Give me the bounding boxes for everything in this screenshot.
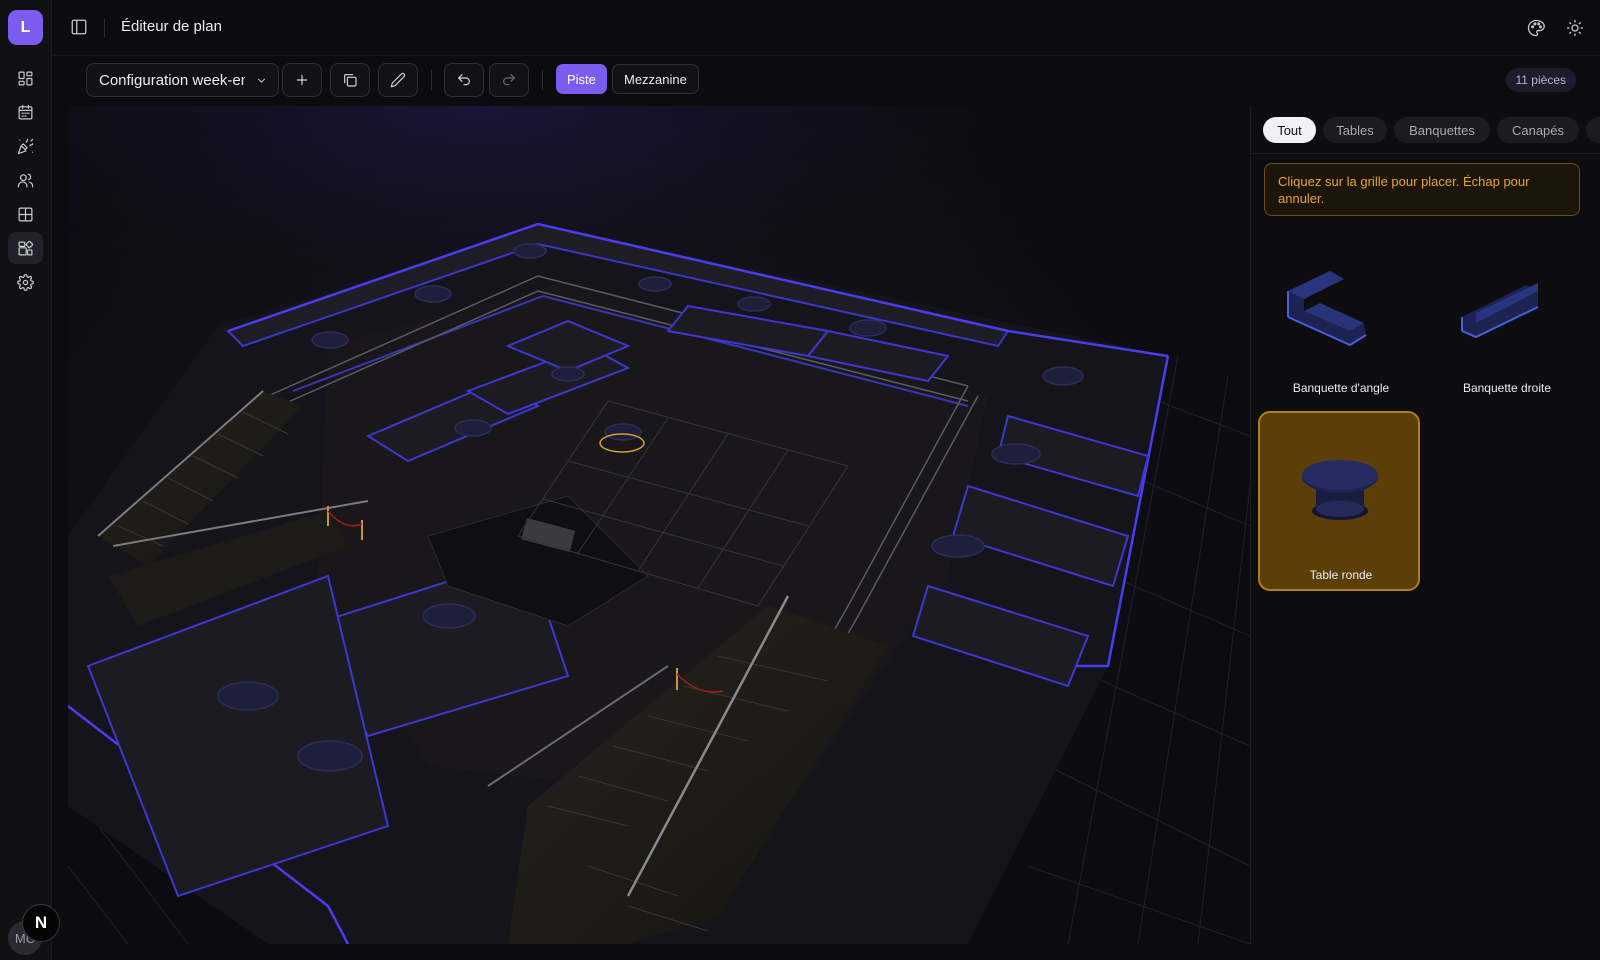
- sidebar-toggle-icon: [71, 19, 87, 35]
- calendar-icon: [18, 104, 33, 119]
- tab-banquettes[interactable]: Banquettes: [1394, 117, 1490, 143]
- grid-icon: [18, 207, 33, 221]
- app-logo[interactable]: L: [8, 10, 43, 45]
- theme-palette-button[interactable]: [1525, 17, 1547, 39]
- tab-tout[interactable]: Tout: [1263, 117, 1316, 143]
- editor-toolbar: Configuration week-end Piste Mezzanine 1…: [52, 56, 1600, 106]
- piece-count-badge: 11 pièces: [1505, 68, 1576, 92]
- rail-item-events[interactable]: [8, 130, 43, 162]
- rail-item-tables[interactable]: [8, 198, 43, 230]
- piece-card-table-ronde[interactable]: Table ronde: [1258, 411, 1420, 591]
- plus-icon: [296, 74, 308, 86]
- floor-tab-mezzanine[interactable]: Mezzanine: [612, 64, 699, 94]
- piece-label: Banquette d'angle: [1292, 381, 1390, 395]
- dashboard-icon: [18, 71, 33, 85]
- piece-label: Banquette droite: [1462, 381, 1552, 395]
- rail-item-settings[interactable]: [8, 266, 43, 298]
- straight-booth-thumbnail: [1461, 283, 1539, 339]
- tab-canapes[interactable]: Canapés: [1497, 117, 1579, 143]
- corner-badge[interactable]: N: [22, 904, 60, 942]
- header: Éditeur de plan: [52, 0, 1600, 56]
- palette-icon: [1527, 19, 1545, 37]
- redo-icon: [503, 74, 515, 86]
- rail-item-dashboard[interactable]: [8, 62, 43, 94]
- tabs-divider: [1251, 153, 1600, 154]
- rail-item-clients[interactable]: [8, 164, 43, 196]
- tab-tables[interactable]: Tables: [1323, 117, 1387, 143]
- round-table-thumbnail: [1302, 460, 1378, 520]
- duplicate-icon: [344, 74, 357, 87]
- undo-button[interactable]: [444, 63, 484, 97]
- tab-more[interactable]: [1586, 117, 1600, 143]
- toolbar-divider: [542, 70, 543, 90]
- light-mode-button[interactable]: [1564, 17, 1586, 39]
- add-configuration-button[interactable]: [282, 63, 322, 97]
- users-icon: [17, 173, 34, 187]
- header-divider: [104, 19, 105, 37]
- party-popper-icon: [17, 138, 34, 154]
- placement-hint: Cliquez sur la grille pour placer. Échap…: [1264, 163, 1580, 216]
- floor-tab-piste[interactable]: Piste: [556, 64, 607, 94]
- floor-plan-icon: [18, 240, 34, 255]
- category-tabs: Tout Tables Banquettes Canapés: [1263, 117, 1600, 145]
- sun-icon: [1566, 19, 1584, 37]
- duplicate-configuration-button[interactable]: [330, 63, 370, 97]
- rail-item-calendar[interactable]: [8, 96, 43, 128]
- chevron-down-icon: [255, 74, 268, 91]
- configuration-select[interactable]: Configuration week-end: [86, 63, 279, 97]
- floor-plan-3d-viewport[interactable]: [68, 106, 1250, 944]
- pieces-panel: Tout Tables Banquettes Canapés Cliquez s…: [1250, 106, 1600, 944]
- rename-configuration-button[interactable]: [378, 63, 418, 97]
- left-rail: L MC: [0, 0, 52, 960]
- undo-icon: [458, 74, 470, 86]
- corner-booth-thumbnail: [1287, 271, 1367, 347]
- floor-plan-scene[interactable]: [68, 106, 1250, 944]
- piece-card-banquette-angle[interactable]: Banquette d'angle: [1260, 231, 1422, 411]
- rail-item-floor-plan[interactable]: [8, 232, 43, 264]
- toolbar-divider: [431, 70, 432, 90]
- pencil-icon: [390, 72, 406, 88]
- gear-icon: [17, 273, 34, 291]
- piece-label: Table ronde: [1309, 568, 1373, 582]
- configuration-value: Configuration week-end: [99, 71, 245, 89]
- page-title: Éditeur de plan: [121, 18, 222, 35]
- piece-card-banquette-droite[interactable]: Banquette droite: [1426, 231, 1588, 411]
- redo-button[interactable]: [489, 63, 529, 97]
- sidebar-toggle-button[interactable]: [70, 18, 90, 38]
